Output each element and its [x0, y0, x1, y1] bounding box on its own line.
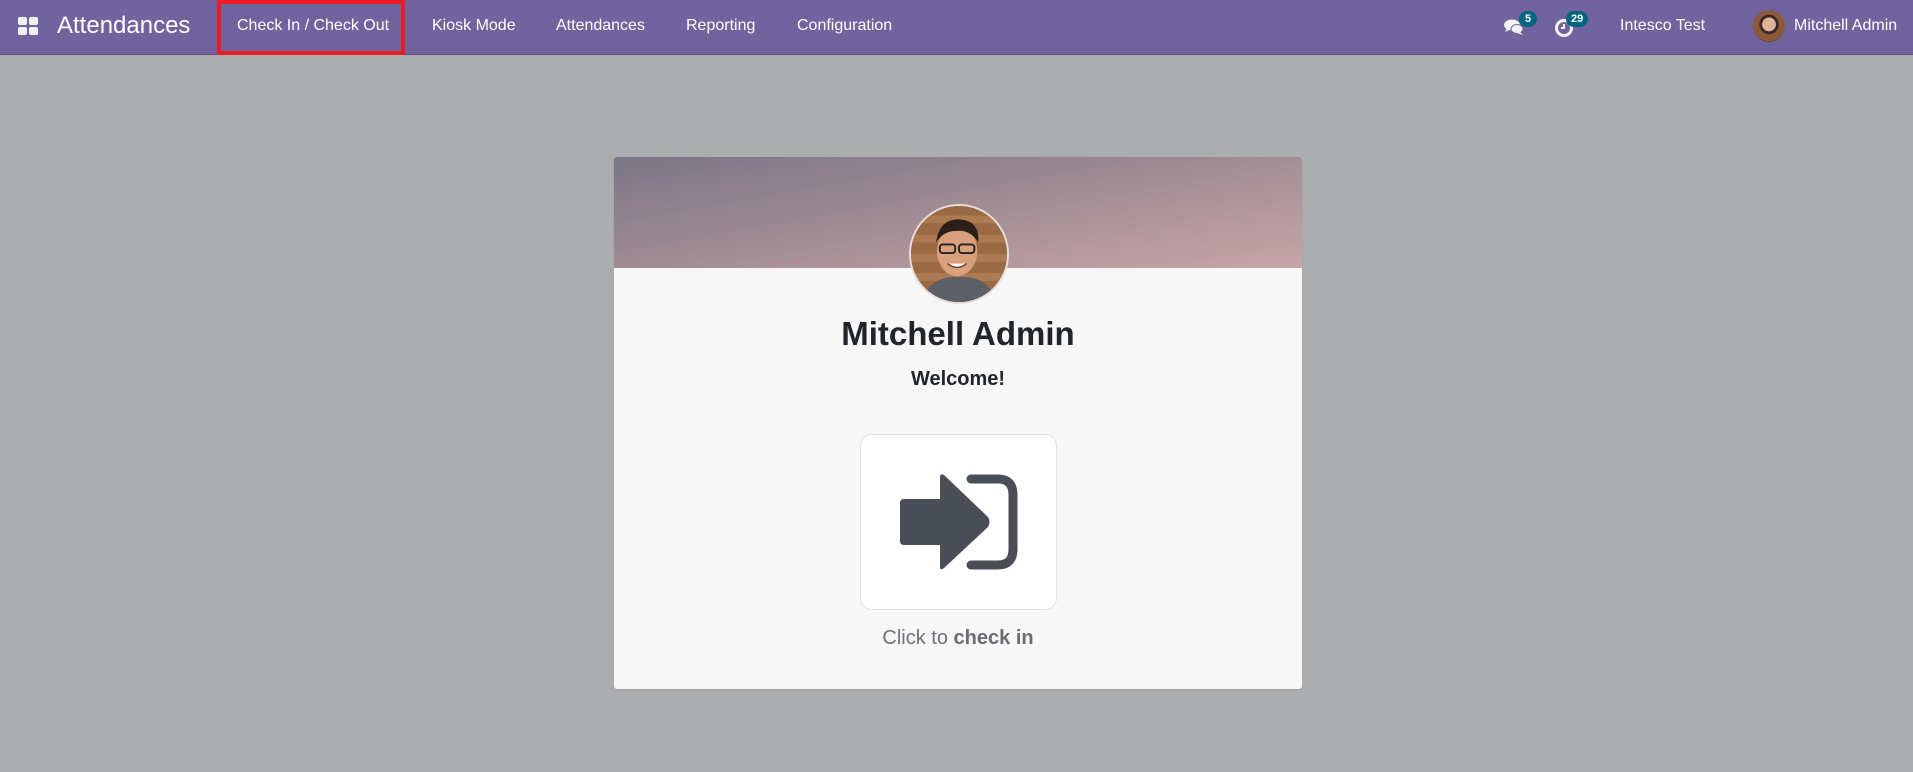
activities-badge: 29 [1566, 11, 1589, 27]
menu-check-in-check-out[interactable]: Check In / Check Out [237, 17, 389, 35]
employee-name: Mitchell Admin [841, 315, 1075, 352]
app-brand[interactable]: Attendances [57, 12, 190, 40]
company-switcher[interactable]: Intesco Test [1620, 17, 1705, 35]
user-name: Mitchell Admin [1794, 17, 1898, 34]
top-navbar: Attendances Check In / Check Out Kiosk M… [0, 0, 1913, 55]
check-in-button[interactable] [860, 434, 1057, 610]
welcome-message: Welcome! [910, 368, 1006, 390]
attendance-card: Mitchell Admin Welcome! Click to check i… [614, 157, 1302, 689]
menu-attendances[interactable]: Attendances [556, 17, 645, 35]
check-in-label-prefix: Click to [882, 627, 948, 649]
sign-in-icon [900, 474, 1018, 570]
messages-badge: 5 [1519, 11, 1537, 27]
app-grid-icon[interactable] [18, 17, 38, 35]
menu-configuration[interactable]: Configuration [797, 17, 892, 35]
user-avatar [1753, 10, 1785, 42]
menu-kiosk-mode[interactable]: Kiosk Mode [432, 17, 516, 35]
check-in-label-verb: check in [953, 627, 1034, 649]
employee-avatar [909, 204, 1009, 304]
check-in-label: Click to check in [614, 627, 1302, 650]
menu-reporting[interactable]: Reporting [686, 17, 755, 35]
